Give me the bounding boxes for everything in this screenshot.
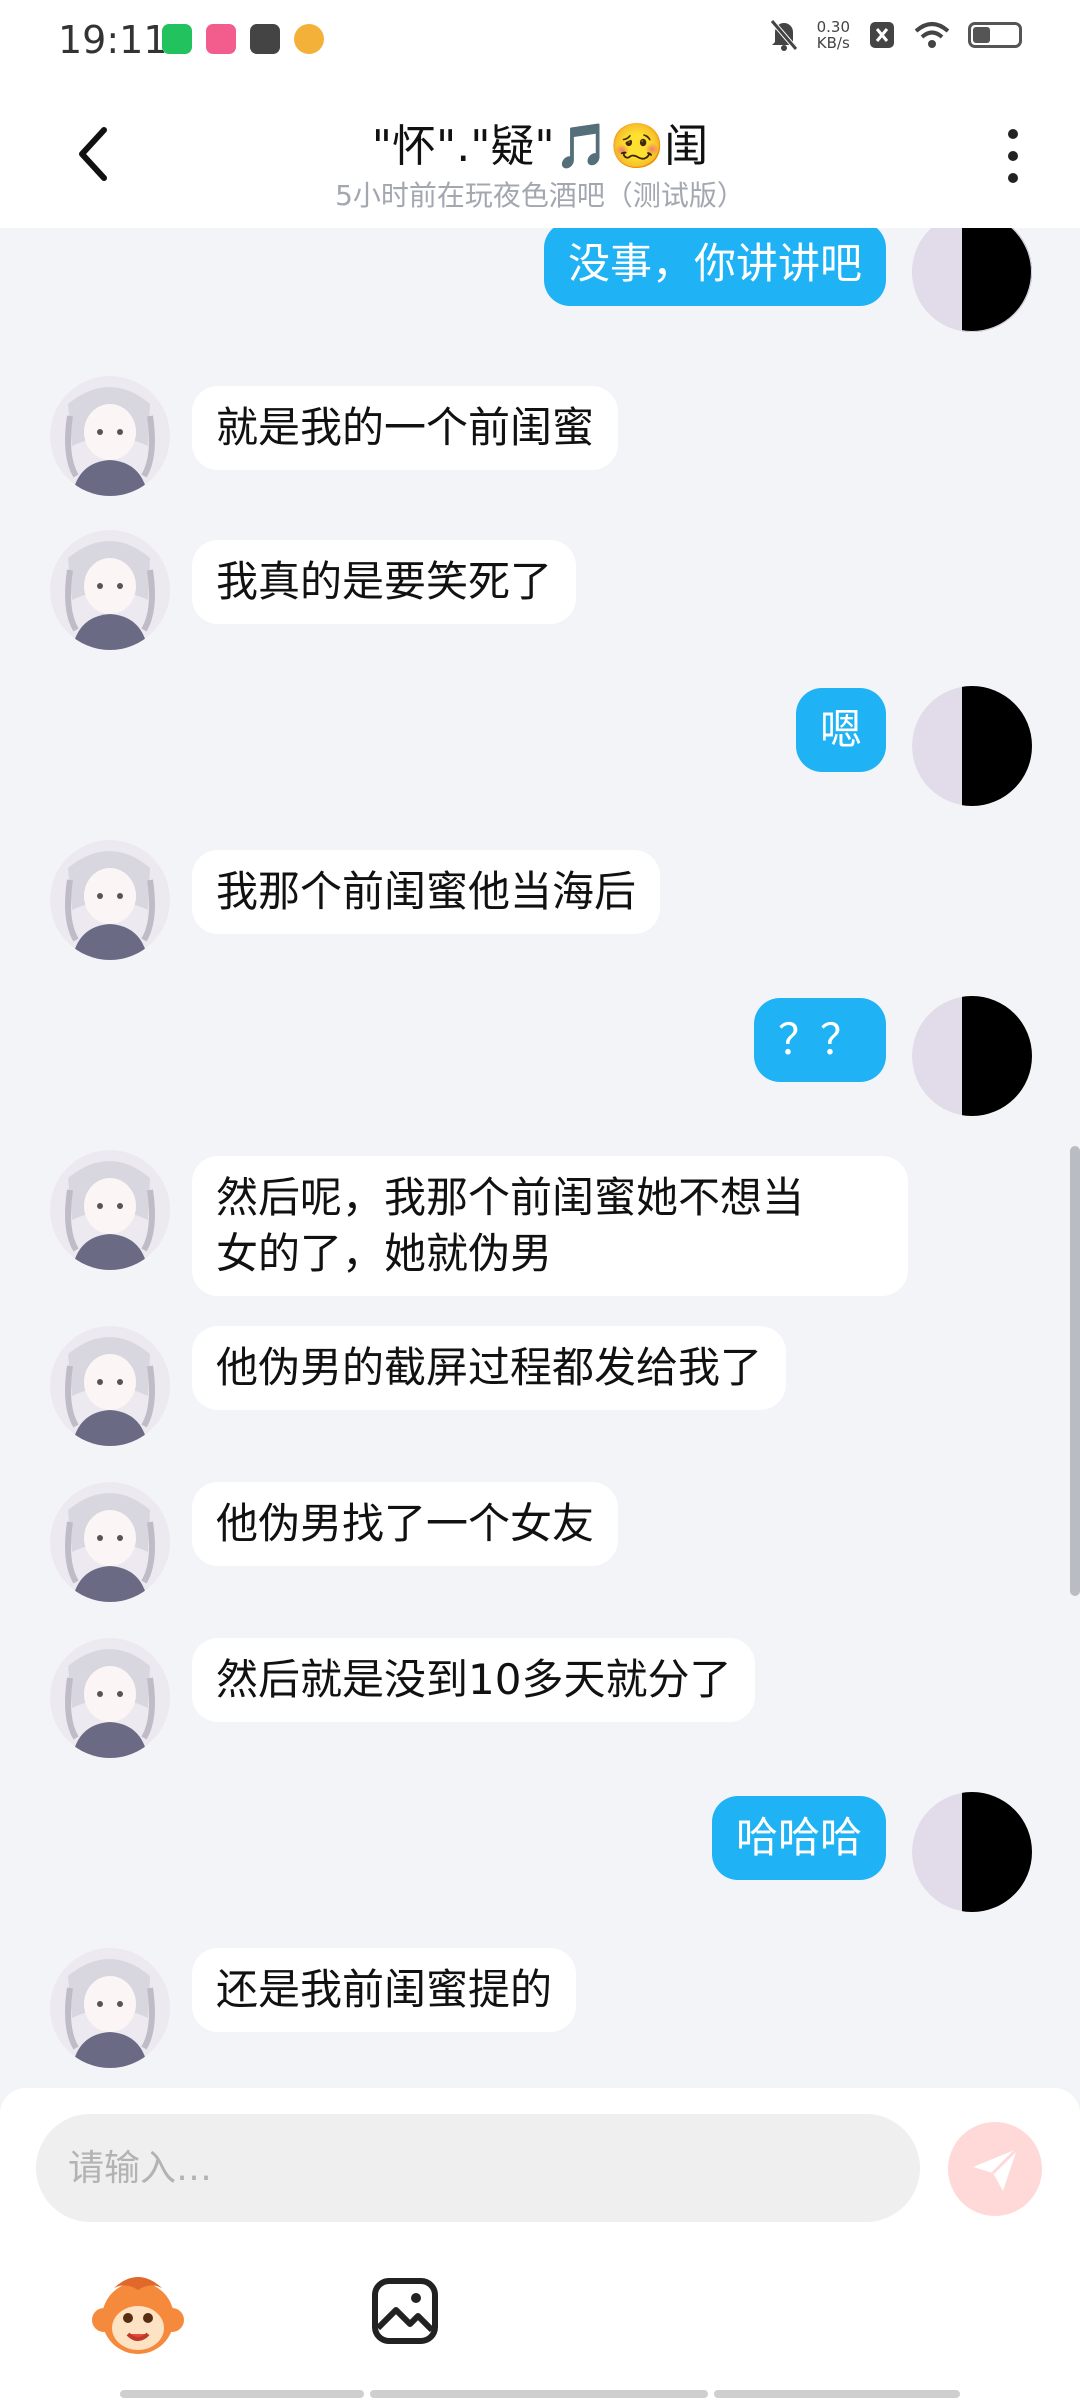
chat-subtitle: 5小时前在玩夜色酒吧（测试版） xyxy=(335,179,745,212)
incoming-message-bubble[interactable]: 他伪男找了一个女友 xyxy=(192,1482,619,1566)
bilibili-icon xyxy=(206,24,236,54)
contact-avatar[interactable] xyxy=(50,530,170,650)
network-speed: 0.30 KB/s xyxy=(816,18,850,52)
send-button[interactable] xyxy=(948,2122,1042,2216)
image-icon xyxy=(372,2278,438,2344)
mail-icon xyxy=(250,24,280,54)
contact-avatar[interactable] xyxy=(50,1638,170,1758)
image-picker-button[interactable] xyxy=(370,2276,440,2346)
contact-avatar[interactable] xyxy=(50,376,170,496)
my-avatar[interactable] xyxy=(912,686,1032,806)
outgoing-message-bubble[interactable]: 嗯 xyxy=(795,688,886,772)
outgoing-message-bubble[interactable]: 没事，你讲讲吧 xyxy=(543,228,886,306)
contact-avatar[interactable] xyxy=(50,1326,170,1446)
incoming-message-bubble[interactable]: 然后就是没到10多天就分了 xyxy=(192,1638,756,1722)
nav-gesture-bar xyxy=(370,2390,708,2398)
emoji-sticker-button[interactable] xyxy=(90,2268,186,2364)
incoming-message-bubble[interactable]: 然后呢，我那个前闺蜜她不想当 女的了，她就伪男 xyxy=(192,1156,908,1296)
my-avatar[interactable] xyxy=(912,996,1032,1116)
my-avatar[interactable] xyxy=(912,228,1032,332)
message-input[interactable] xyxy=(66,2146,920,2190)
chat-header: "怀"."疑"🎵🥴闺 5小时前在玩夜色酒吧（测试版） xyxy=(0,82,1080,228)
battery-icon xyxy=(968,22,1022,48)
incoming-message-bubble[interactable]: 还是我前闺蜜提的 xyxy=(192,1948,577,2032)
game-icon xyxy=(294,24,324,54)
scrollbar[interactable] xyxy=(1070,1146,1080,1596)
status-app-icons xyxy=(162,24,324,54)
sim-off-icon xyxy=(870,22,894,48)
outgoing-message-bubble[interactable]: ？？ xyxy=(753,998,886,1082)
nav-gesture-bar xyxy=(714,2390,960,2398)
status-time: 19:11 xyxy=(58,18,168,62)
contact-avatar[interactable] xyxy=(50,1482,170,1602)
composer-bar xyxy=(0,2088,1080,2400)
contact-avatar[interactable] xyxy=(50,840,170,960)
mute-icon xyxy=(769,19,798,51)
message-list[interactable]: 没事，你讲讲吧 就是我的一个前闺蜜 我真的是要笑死了 嗯 我那个前闺蜜他当海后 … xyxy=(0,228,1080,2090)
my-avatar[interactable] xyxy=(912,1792,1032,1912)
incoming-message-bubble[interactable]: 我那个前闺蜜他当海后 xyxy=(192,850,661,934)
status-right: 0.30 KB/s xyxy=(769,18,1022,52)
contact-avatar[interactable] xyxy=(50,1948,170,2068)
nav-gesture-bar xyxy=(120,2390,364,2398)
iqiyi-icon xyxy=(162,24,192,54)
contact-avatar[interactable] xyxy=(50,1150,170,1270)
send-icon xyxy=(973,2147,1019,2191)
message-input-container[interactable] xyxy=(36,2114,920,2222)
outgoing-message-bubble[interactable]: 哈哈哈 xyxy=(711,1796,886,1880)
monkey-emoji-icon xyxy=(92,2277,184,2354)
wifi-icon xyxy=(914,22,950,48)
incoming-message-bubble[interactable]: 我真的是要笑死了 xyxy=(192,540,577,624)
incoming-message-bubble[interactable]: 他伪男的截屏过程都发给我了 xyxy=(192,1326,787,1410)
status-bar: 19:11 0.30 KB/s xyxy=(0,0,1080,82)
more-options-icon[interactable] xyxy=(998,126,1028,186)
chat-title: "怀"."疑"🎵🥴闺 xyxy=(371,121,709,172)
incoming-message-bubble[interactable]: 就是我的一个前闺蜜 xyxy=(192,386,619,470)
